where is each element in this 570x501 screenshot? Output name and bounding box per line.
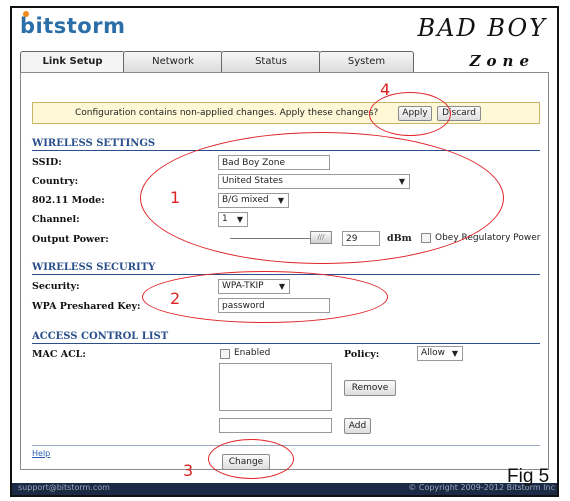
add-mac-button[interactable]: Add (344, 418, 371, 434)
policy-value: Allow (421, 348, 446, 358)
mac-acl-enabled-checkbox[interactable] (220, 349, 230, 359)
bottom-divider (32, 445, 540, 446)
channel-label: Channel: (32, 214, 80, 225)
output-power-label: Output Power: (32, 234, 109, 245)
tab-link-setup[interactable]: Link Setup (20, 51, 125, 73)
notice-text: Configuration contains non-applied chang… (75, 108, 379, 118)
tab-network[interactable]: Network (123, 51, 223, 72)
mac-address-input[interactable] (219, 418, 332, 433)
mac-acl-enabled-label: Enabled (234, 348, 271, 358)
bitstorm-logo: bitstorm (20, 11, 126, 38)
ssid-label: SSID: (32, 157, 62, 168)
logo-text: bitstorm (20, 14, 126, 38)
mac-acl-label: MAC ACL: (32, 349, 86, 360)
annotation-number-1: 1 (170, 188, 181, 207)
logo-dot-icon (23, 11, 29, 17)
annotation-number-3: 3 (183, 461, 194, 480)
tab-system[interactable]: System (319, 51, 414, 72)
policy-select[interactable]: Allow ▼ (417, 346, 463, 361)
tab-status[interactable]: Status (221, 51, 321, 72)
tab-bar: Link Setup Network Status System (20, 51, 420, 73)
mode-label: 802.11 Mode: (32, 195, 105, 206)
psk-label: WPA Preshared Key: (32, 301, 141, 312)
footer-support-email: support@bitstorm.com (18, 483, 110, 492)
pending-changes-notice: Configuration contains non-applied chang… (32, 102, 540, 124)
brand-title: BAD BOY (417, 14, 547, 42)
country-label: Country: (32, 176, 79, 187)
annotation-ellipse-3 (208, 439, 294, 479)
annotation-ellipse-1 (140, 132, 504, 264)
mac-address-list[interactable] (219, 363, 332, 411)
figure-label: Fig 5 (507, 466, 550, 487)
chevron-down-icon: ▼ (451, 349, 458, 358)
remove-mac-button[interactable]: Remove (344, 380, 396, 396)
access-control-header: ACCESS CONTROL LIST (32, 331, 540, 344)
annotation-number-4: 4 (380, 80, 391, 99)
brand-subtitle: Zone (469, 52, 535, 70)
screenshot-frame: bitstorm BAD BOY Zone Link Setup Network… (10, 6, 559, 497)
help-link[interactable]: Help (32, 449, 50, 458)
policy-label: Policy: (344, 349, 380, 360)
annotation-number-2: 2 (170, 289, 181, 308)
footer-bar: support@bitstorm.com © Copyright 2009-20… (12, 483, 557, 495)
security-label: Security: (32, 281, 80, 292)
